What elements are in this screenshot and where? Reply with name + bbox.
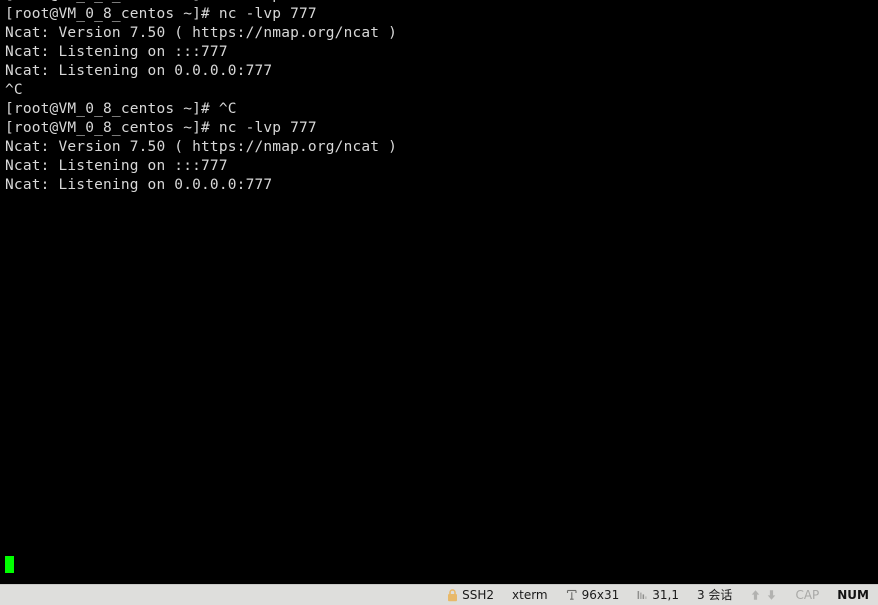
arrow-up-icon[interactable] (750, 589, 761, 601)
terminal-line: Ncat: Version 7.50 ( https://nmap.org/nc… (5, 25, 398, 41)
status-bar: SSH2 xterm 96x31 31,1 3 会话 CAP NUM (0, 584, 878, 605)
terminal-window: [root@VM_0_8_centos ~]# nc -lvp 777 [root… (0, 0, 878, 605)
terminal-line: [root@VM_0_8_centos ~]# nc -lvp 777 (5, 6, 317, 22)
terminal-cursor (5, 556, 14, 573)
status-emulation[interactable]: xterm (512, 589, 548, 601)
status-caps-lock-label: CAP (795, 588, 820, 602)
status-sessions-label: 3 会话 (696, 588, 733, 602)
terminal-output: [root@VM_0_8_centos ~]# nc -lvp 777 [root… (5, 0, 397, 195)
status-cursor-position[interactable]: 31,1 (637, 589, 679, 601)
status-protocol[interactable]: SSH2 (447, 588, 495, 602)
terminal-screen[interactable]: [root@VM_0_8_centos ~]# nc -lvp 777 [root… (0, 0, 878, 584)
terminal-line: [root@VM_0_8_centos ~]# ^C (5, 101, 237, 117)
terminal-line: [root@VM_0_8_centos ~]# nc -lvp 777 (5, 120, 317, 136)
status-screen-size-label: 96x31 (581, 588, 620, 602)
status-transfer-indicators[interactable] (750, 589, 777, 601)
terminal-line: Ncat: Listening on 0.0.0.0:777 (5, 177, 273, 193)
status-num-lock: NUM (837, 589, 869, 601)
status-num-lock-label: NUM (837, 588, 869, 602)
status-sessions[interactable]: 3 会话 (697, 589, 732, 601)
terminal-line: Ncat: Listening on :::777 (5, 158, 228, 174)
status-caps-lock: CAP (795, 589, 819, 601)
lock-icon (447, 588, 458, 602)
terminal-line: Ncat: Listening on :::777 (5, 44, 228, 60)
status-screen-size[interactable]: 96x31 (566, 588, 620, 602)
status-emulation-label: xterm (512, 588, 548, 602)
status-cursor-position-label: 31,1 (652, 588, 679, 602)
status-protocol-label: SSH2 (462, 588, 495, 602)
resize-icon (566, 589, 578, 601)
terminal-line: Ncat: Version 7.50 ( https://nmap.org/nc… (5, 139, 398, 155)
terminal-line: Ncat: Listening on 0.0.0.0:777 (5, 63, 273, 79)
arrow-down-icon[interactable] (766, 589, 777, 601)
grid-position-icon (637, 589, 648, 601)
terminal-line: ^C (5, 82, 23, 98)
